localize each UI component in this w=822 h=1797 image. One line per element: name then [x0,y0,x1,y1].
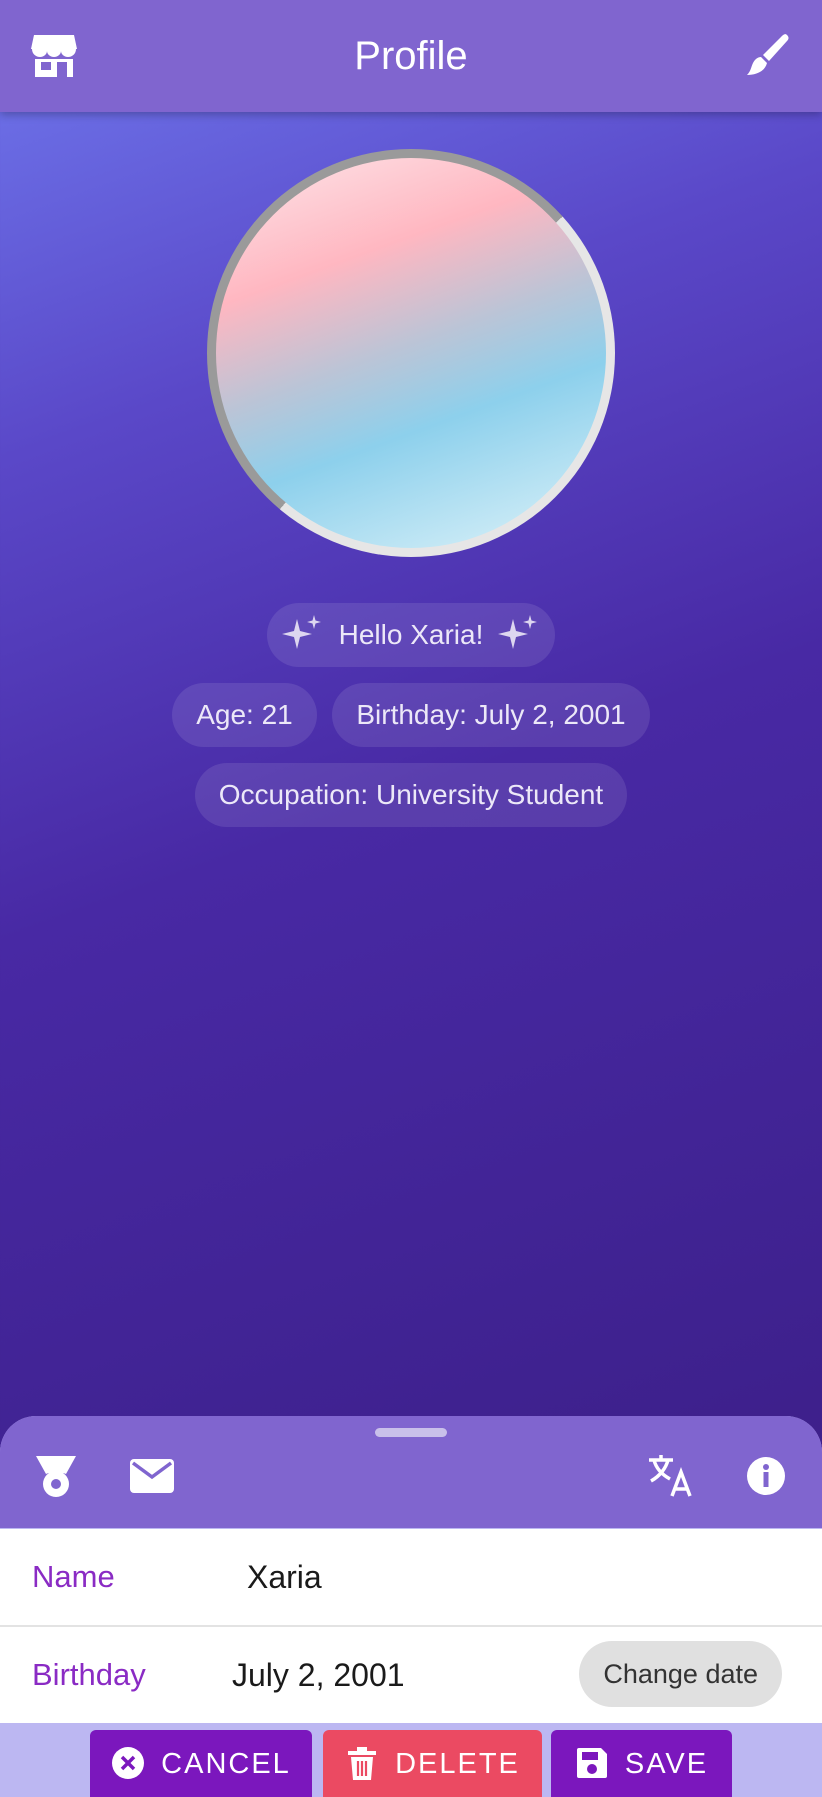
delete-label: DELETE [395,1748,520,1780]
avatar[interactable] [216,158,606,548]
occupation-chip: Occupation: University Student [195,763,627,827]
cancel-icon [112,1747,145,1779]
info-icon[interactable] [740,1450,792,1502]
save-button[interactable]: SAVE [551,1730,732,1797]
app-bar: Profile [0,0,822,112]
save-icon [576,1748,607,1778]
cancel-button[interactable]: CANCEL [90,1730,312,1797]
birthday-row: Birthday July 2, 2001 Change date [0,1627,822,1723]
sparkle-icon [281,615,321,649]
drag-handle[interactable] [375,1428,447,1437]
birthday-chip: Birthday: July 2, 2001 [332,683,650,747]
name-value[interactable]: Xaria [247,1559,322,1596]
cancel-label: CANCEL [161,1748,291,1780]
name-label: Name [32,1559,115,1594]
birthday-value: July 2, 2001 [232,1656,405,1693]
trash-icon [348,1747,377,1780]
name-row[interactable]: Name Xaria [0,1529,822,1625]
page-title: Profile [354,33,468,78]
save-label: SAVE [624,1748,709,1780]
store-icon[interactable] [26,28,82,84]
age-chip: Age: 21 [172,683,317,747]
delete-button[interactable]: DELETE [323,1730,542,1797]
sparkle-icon [498,615,538,649]
avatar-ring[interactable] [207,149,615,557]
brush-icon[interactable] [740,28,796,84]
translate-icon[interactable] [644,1450,696,1502]
change-date-button[interactable]: Change date [579,1641,782,1707]
greeting-text: Hello Xaria! [338,619,484,650]
badge-icon[interactable] [30,1450,82,1502]
mail-icon[interactable] [126,1450,178,1502]
sheet-toolbar [0,1416,822,1528]
birthday-label: Birthday [32,1657,146,1692]
greeting-chip: Hello Xaria! [267,603,555,667]
